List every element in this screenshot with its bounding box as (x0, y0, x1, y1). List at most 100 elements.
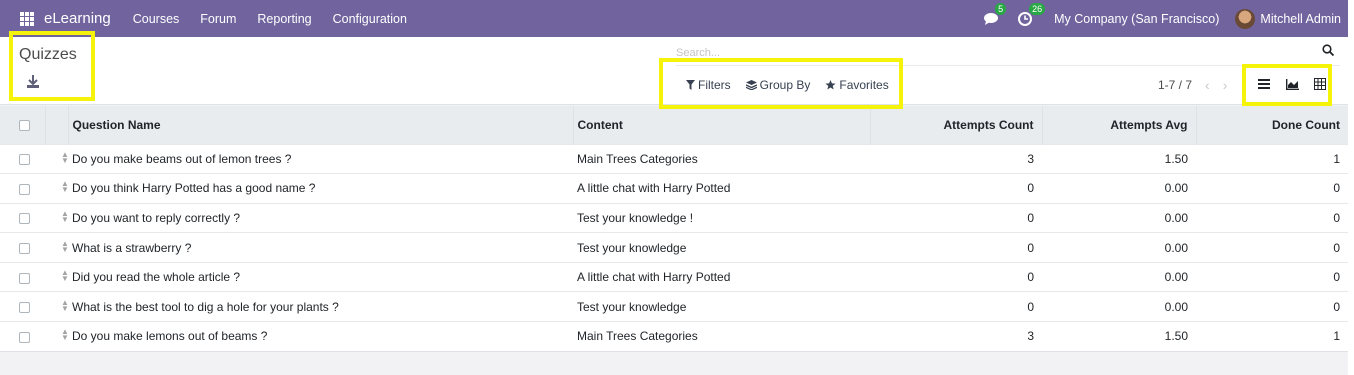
row-checkbox[interactable] (19, 242, 30, 254)
attempts-avg-cell: 0.00 (1042, 232, 1196, 263)
pager-previous-icon[interactable]: ‹ (1205, 77, 1210, 93)
row-checkbox[interactable] (19, 302, 30, 314)
question-name-cell: What is the best tool to dig a hole for … (68, 291, 573, 322)
table-row[interactable]: ▲▼ Do you make beams out of lemon trees … (0, 143, 1348, 174)
drag-handle-icon[interactable]: ▲▼ (61, 239, 68, 253)
favorites-button[interactable]: Favorites (825, 78, 889, 92)
column-header[interactable]: Question Name (68, 106, 574, 144)
drag-handle-icon[interactable]: ▲▼ (61, 269, 68, 283)
done-count-cell: 0 (1196, 232, 1348, 263)
pager-next-icon[interactable]: › (1223, 77, 1228, 93)
question-name-cell: Do you make beams out of lemon trees ? (68, 143, 573, 174)
done-count-cell: 1 (1196, 321, 1348, 352)
messages-button[interactable]: 5 (984, 3, 1007, 25)
attempts-avg-cell: 0.00 (1042, 202, 1196, 233)
list-view-icon[interactable] (1257, 77, 1271, 91)
attempts-avg-cell: 0.00 (1042, 261, 1196, 292)
question-name-cell: What is a strawberry ? (68, 232, 573, 263)
attempts-avg-cell: 1.50 (1042, 321, 1196, 352)
clock-icon (1018, 11, 1033, 26)
attempts-avg-cell: 0.00 (1042, 173, 1196, 204)
table-row[interactable]: ▲▼ Do you make lemons out of beams ? Mai… (0, 321, 1348, 352)
drag-handle-icon[interactable]: ▲▼ (61, 180, 68, 194)
content-cell: Test your knowledge (573, 232, 870, 263)
done-count-cell: 0 (1196, 291, 1348, 322)
column-header[interactable]: Attempts Avg (1042, 106, 1197, 144)
view-switcher (1257, 77, 1341, 91)
row-checkbox[interactable] (19, 331, 30, 343)
graph-view-icon[interactable] (1285, 77, 1299, 91)
column-header[interactable]: Attempts Count (870, 106, 1043, 144)
table-row[interactable]: ▲▼ Do you think Harry Potted has a good … (0, 173, 1348, 204)
filters-button[interactable]: Filters (686, 78, 731, 92)
table-row[interactable]: ▲▼ What is a strawberry ? Test your know… (0, 232, 1348, 263)
content-cell: A little chat with Harry Potted (573, 261, 870, 292)
company-switcher[interactable]: My Company (San Francisco) (1054, 12, 1219, 26)
pager: 1-7 / 7 ‹ › (1158, 77, 1227, 93)
drag-handle-icon[interactable]: ▲▼ (61, 150, 68, 164)
favorites-label: Favorites (839, 78, 889, 92)
download-icon[interactable] (27, 75, 39, 89)
search-underline (676, 65, 1340, 66)
question-name-cell: Do you make lemons out of beams ? (68, 321, 573, 352)
content-cell: Test your knowledge ! (573, 202, 870, 233)
group-by-button[interactable]: Group By (745, 78, 811, 92)
pivot-view-icon[interactable] (1313, 77, 1327, 91)
group-by-label: Group By (759, 78, 811, 92)
menu-reporting[interactable]: Reporting (257, 12, 311, 26)
content-cell: Main Trees Categories (573, 321, 870, 352)
done-count-cell: 0 (1196, 202, 1348, 233)
select-all-cell (0, 106, 46, 144)
user-menu[interactable]: Mitchell Admin (1260, 12, 1341, 26)
select-all-checkbox[interactable] (19, 120, 30, 132)
menu-courses[interactable]: Courses (133, 12, 180, 26)
content-cell: Test your knowledge (573, 291, 870, 322)
layers-icon (745, 80, 757, 90)
row-checkbox[interactable] (19, 183, 30, 195)
attempts-count-cell: 0 (870, 261, 1042, 292)
content-cell: Main Trees Categories (573, 143, 870, 174)
menu-forum[interactable]: Forum (200, 12, 236, 26)
app-name[interactable]: eLearning (44, 10, 111, 27)
avatar[interactable] (1235, 8, 1256, 29)
row-checkbox[interactable] (19, 154, 30, 166)
attempts-count-cell: 0 (870, 202, 1042, 233)
attempts-count-cell: 0 (870, 173, 1042, 204)
column-header[interactable]: Done Count (1196, 106, 1348, 144)
done-count-cell: 0 (1196, 173, 1348, 204)
top-navbar: eLearning Courses Forum Reporting Config… (0, 0, 1348, 37)
attempts-count-cell: 3 (870, 143, 1042, 174)
pager-value[interactable]: 1-7 / 7 (1158, 78, 1192, 92)
star-icon (825, 80, 836, 90)
control-panel: Quizzes Filters Group By Favorites 1-7 /… (0, 37, 1348, 105)
done-count-cell: 1 (1196, 143, 1348, 174)
menu-configuration[interactable]: Configuration (333, 12, 407, 26)
drag-handle-icon[interactable]: ▲▼ (61, 209, 68, 223)
question-name-cell: Do you want to reply correctly ? (68, 202, 573, 233)
content-cell: A little chat with Harry Potted (573, 173, 870, 204)
drag-handle-icon[interactable]: ▲▼ (61, 298, 68, 312)
search-icon[interactable] (1322, 44, 1334, 56)
messages-badge: 5 (995, 3, 1007, 15)
apps-menu-icon[interactable] (20, 11, 34, 26)
row-checkbox[interactable] (19, 213, 30, 225)
column-header[interactable]: Content (573, 106, 871, 144)
row-checkbox[interactable] (19, 272, 30, 284)
handle-header (45, 106, 69, 144)
attempts-count-cell: 3 (870, 321, 1042, 352)
attempts-count-cell: 0 (870, 291, 1042, 322)
table-row[interactable]: ▲▼ Do you want to reply correctly ? Test… (0, 202, 1348, 233)
attempts-avg-cell: 0.00 (1042, 291, 1196, 322)
table-row[interactable]: ▲▼ Did you read the whole article ? A li… (0, 261, 1348, 292)
attempts-count-cell: 0 (870, 232, 1042, 263)
activities-button[interactable]: 26 (1018, 2, 1046, 26)
question-name-cell: Do you think Harry Potted has a good nam… (68, 173, 573, 204)
search-input[interactable] (676, 43, 1328, 63)
filters-label: Filters (698, 78, 731, 92)
attempts-avg-cell: 1.50 (1042, 143, 1196, 174)
filter-icon (686, 80, 695, 90)
drag-handle-icon[interactable]: ▲▼ (61, 328, 68, 342)
question-name-cell: Did you read the whole article ? (68, 261, 573, 292)
table-row[interactable]: ▲▼ What is the best tool to dig a hole f… (0, 291, 1348, 322)
quizzes-table: Question Name Content Attempts Count Att… (0, 106, 1348, 352)
